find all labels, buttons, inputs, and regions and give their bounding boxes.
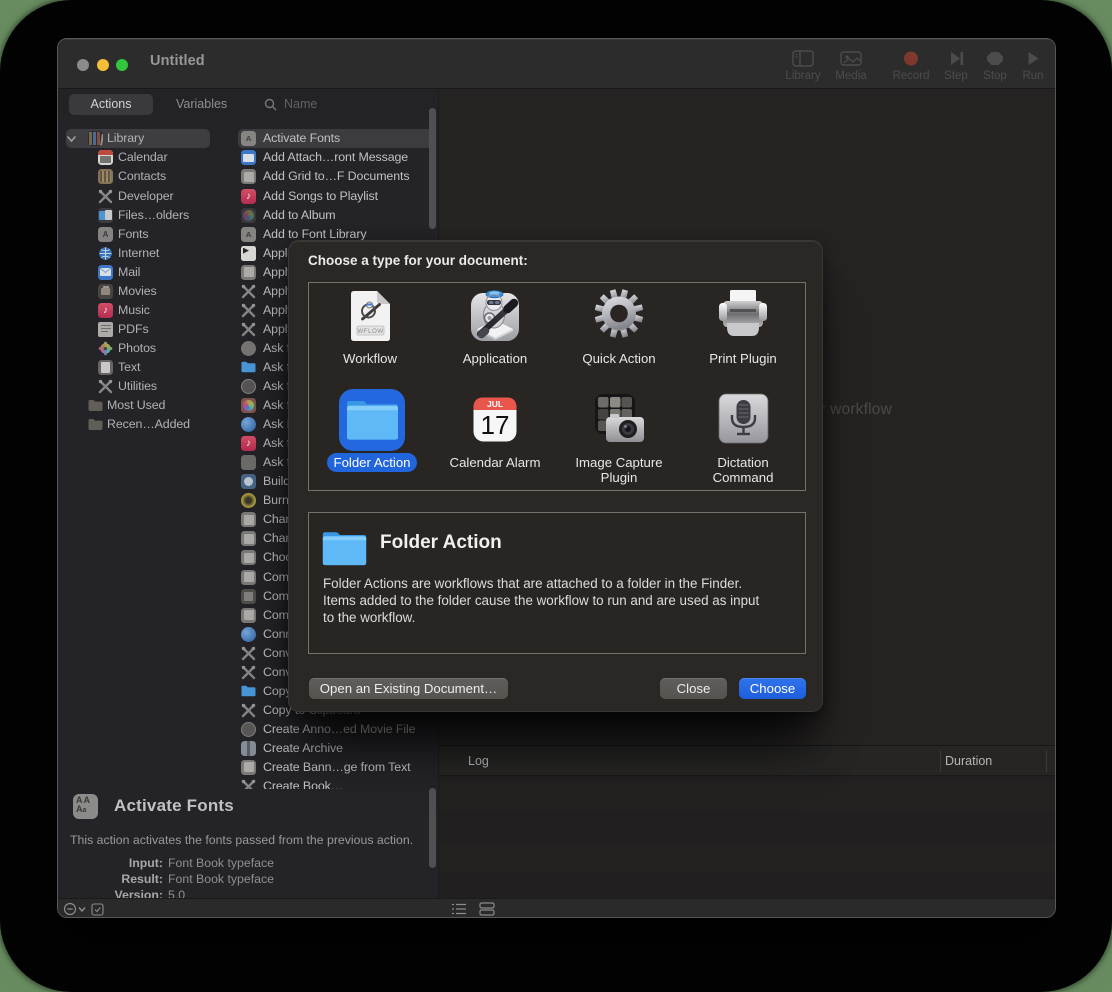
svg-text:17: 17 — [481, 410, 510, 440]
svg-text:WFLOW: WFLOW — [357, 328, 383, 335]
svg-text:JUL: JUL — [487, 399, 503, 409]
